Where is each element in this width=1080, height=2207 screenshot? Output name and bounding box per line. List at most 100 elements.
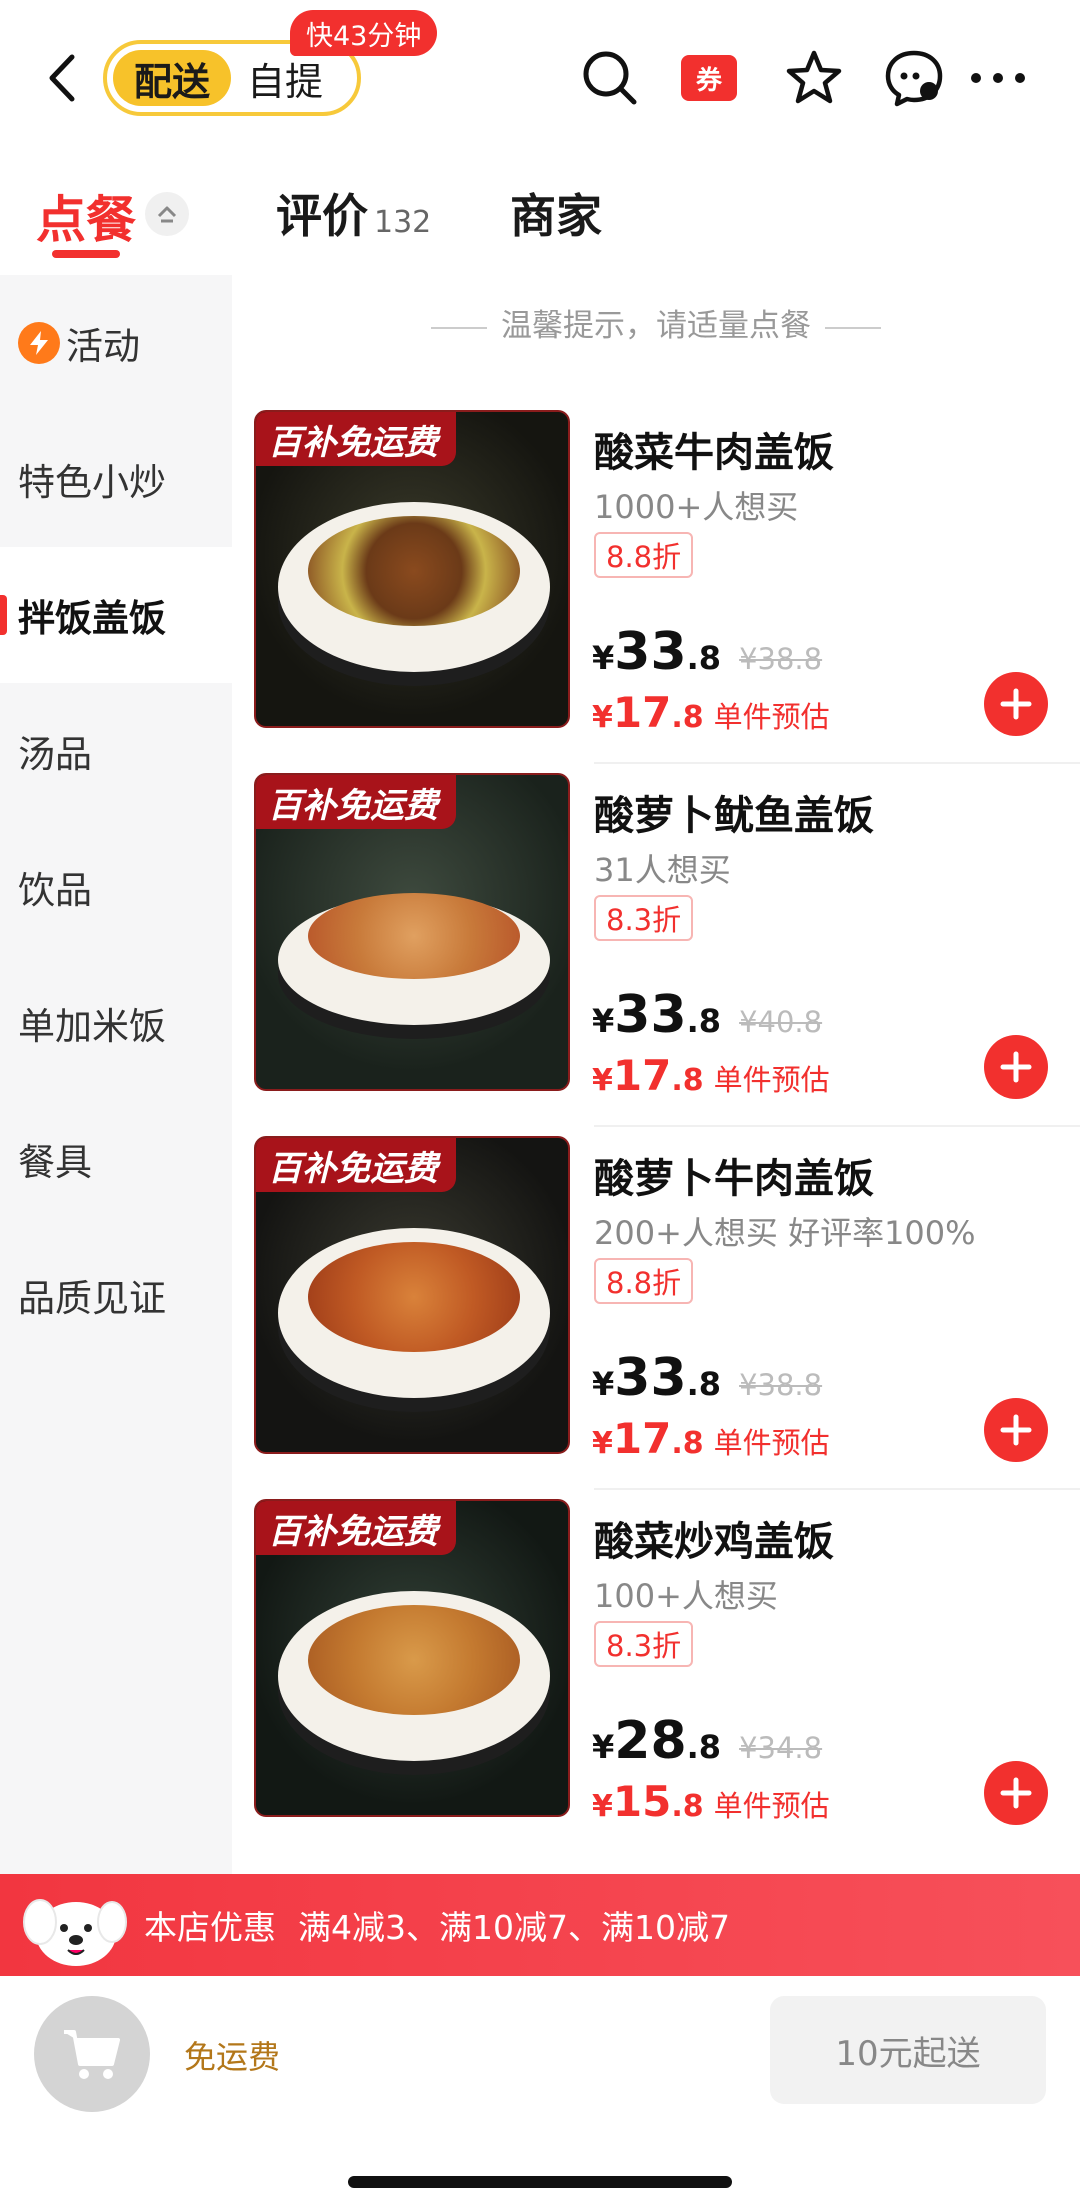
product-price: ¥28.8 ¥34.8 [592,1711,822,1771]
add-to-cart-button[interactable] [984,1398,1048,1462]
tab-merchant-label: 商家 [510,189,602,243]
tab-merchant[interactable]: 商家 [510,180,602,250]
add-to-cart-button[interactable] [984,1761,1048,1825]
collapse-up-icon [157,206,177,223]
product-image: 百补免运费 [254,773,570,1091]
sidebar-item-extra-rice[interactable]: 单加米饭 [0,955,232,1091]
row-divider [594,1488,1080,1490]
home-indicator[interactable] [348,2176,732,2188]
price-decimal: .8 [686,1728,722,1766]
price-currency: ¥ [592,1002,615,1040]
est-label: 单件预估 [713,1426,830,1460]
product-card[interactable]: 百补免运费 酸菜炒鸡盖饭 100+人想买 8.3折 ¥28.8 ¥34.8 ¥1… [232,1499,1080,1861]
est-decimal: .8 [671,1063,704,1098]
est-currency: ¥ [592,1426,613,1461]
product-name: 酸菜炒鸡盖饭 [594,1519,834,1565]
product-card[interactable]: 百补免运费 酸菜牛肉盖饭 1000+人想买 8.8折 ¥33.8 ¥38.8 ¥… [232,410,1080,772]
collapse-header-button[interactable] [145,192,189,236]
delivery-mode-button[interactable]: 配送 [113,50,231,106]
sidebar-item-label: 拌饭盖饭 [18,597,166,640]
add-to-cart-button[interactable] [984,672,1048,736]
cart-button[interactable] [34,1996,150,2112]
add-to-cart-button[interactable] [984,1035,1048,1099]
price-decimal: .8 [686,639,722,677]
food-shape [308,1605,520,1715]
active-tab-indicator [52,250,120,258]
tab-order-label: 点餐 [36,191,136,249]
search-icon [583,51,637,105]
coupon-button[interactable]: 券 [673,42,745,114]
favorite-button[interactable] [778,42,850,114]
promo-tag: 百补免运费 [256,1138,456,1192]
category-sidebar: 活动 特色小炒 拌饭盖饭 汤品 饮品 单加米饭 餐具 品质见证 [0,275,232,1875]
sidebar-item-label: 品质见证 [18,1277,166,1320]
chat-button[interactable] [878,42,950,114]
product-image: 百补免运费 [254,410,570,728]
store-promo-bar[interactable]: 本店优惠 满4减3、满10减7、满10减7 [0,1874,1080,1976]
back-arrow-icon [49,54,75,102]
sidebar-item-label: 特色小炒 [18,461,166,504]
pickup-mode-button[interactable]: 自提 [247,50,323,106]
mascot-dog-icon [23,1899,127,1966]
sidebar-item-quality[interactable]: 品质见证 [0,1227,232,1363]
original-price: ¥38.8 [739,642,823,676]
free-shipping-label: 免运费 [184,2038,281,2076]
est-decimal: .8 [671,700,704,735]
est-decimal: .8 [671,1426,704,1461]
estimated-price: ¥17.8 单件预估 [592,688,830,737]
discount-badge: 8.8折 [594,532,694,578]
product-name: 酸萝卜牛肉盖饭 [594,1156,874,1202]
sidebar-item-soups[interactable]: 汤品 [0,683,232,819]
sidebar-item-drinks[interactable]: 饮品 [0,819,232,955]
original-price: ¥34.8 [739,1731,823,1765]
chat-icon [885,50,943,107]
search-button[interactable] [574,42,646,114]
product-card[interactable]: 百补免运费 酸萝卜牛肉盖饭 200+人想买 好评率100% 8.8折 ¥33.8… [232,1136,1080,1498]
product-want-count: 100+人想买 [594,1577,778,1615]
product-card[interactable]: 百补免运费 酸萝卜鱿鱼盖饭 31人想买 8.3折 ¥33.8 ¥40.8 ¥17… [232,773,1080,1135]
sidebar-item-label: 汤品 [18,733,92,776]
promo-label: 本店优惠 [144,1908,276,1947]
promo-tag: 百补免运费 [256,1501,456,1555]
cart-icon [64,2030,120,2079]
est-label: 单件预估 [713,1789,830,1823]
discount-badge: 8.8折 [594,1258,694,1304]
est-label: 单件预估 [713,1063,830,1097]
row-divider [594,762,1080,764]
discount-badge: 8.3折 [594,895,694,941]
promo-tag: 百补免运费 [256,412,456,466]
product-image: 百补免运费 [254,1499,570,1817]
sidebar-item-rice-bowls[interactable]: 拌饭盖饭 [0,547,232,683]
product-price: ¥33.8 ¥38.8 [592,1348,822,1408]
product-name: 酸萝卜鱿鱼盖饭 [594,793,874,839]
row-divider [594,1125,1080,1127]
min-order-button[interactable]: 10元起送 [770,1996,1046,2104]
est-integer: 17 [612,688,672,737]
sidebar-item-tableware[interactable]: 餐具 [0,1091,232,1227]
est-integer: 17 [612,1051,672,1100]
top-nav-bar: 配送 自提 快43分钟 券 [0,0,1080,150]
price-integer: 33 [614,1348,687,1408]
food-shape [308,1242,520,1352]
sidebar-item-activity[interactable]: 活动 [0,275,232,411]
estimated-price: ¥17.8 单件预估 [592,1414,830,1463]
product-price: ¥33.8 ¥40.8 [592,985,822,1045]
plus-icon [1000,1051,1032,1083]
tab-reviews[interactable]: 评价 132 [276,180,431,250]
tab-order[interactable]: 点餐 [36,180,136,250]
price-decimal: .8 [686,1365,722,1403]
price-integer: 28 [614,1711,687,1771]
product-name: 酸菜牛肉盖饭 [594,430,834,476]
back-button[interactable] [34,46,88,110]
sidebar-item-label: 餐具 [18,1141,92,1184]
food-shape [308,516,520,626]
est-label: 单件预估 [713,700,830,734]
price-currency: ¥ [592,639,615,677]
sidebar-item-stir-fry[interactable]: 特色小炒 [0,411,232,547]
promo-rules: 满4减3、满10减7、满10减7 [298,1908,730,1947]
est-currency: ¥ [592,1063,613,1098]
price-integer: 33 [614,985,687,1045]
promo-tag: 百补免运费 [256,775,456,829]
plus-icon [1000,688,1032,720]
more-button[interactable] [962,42,1034,114]
